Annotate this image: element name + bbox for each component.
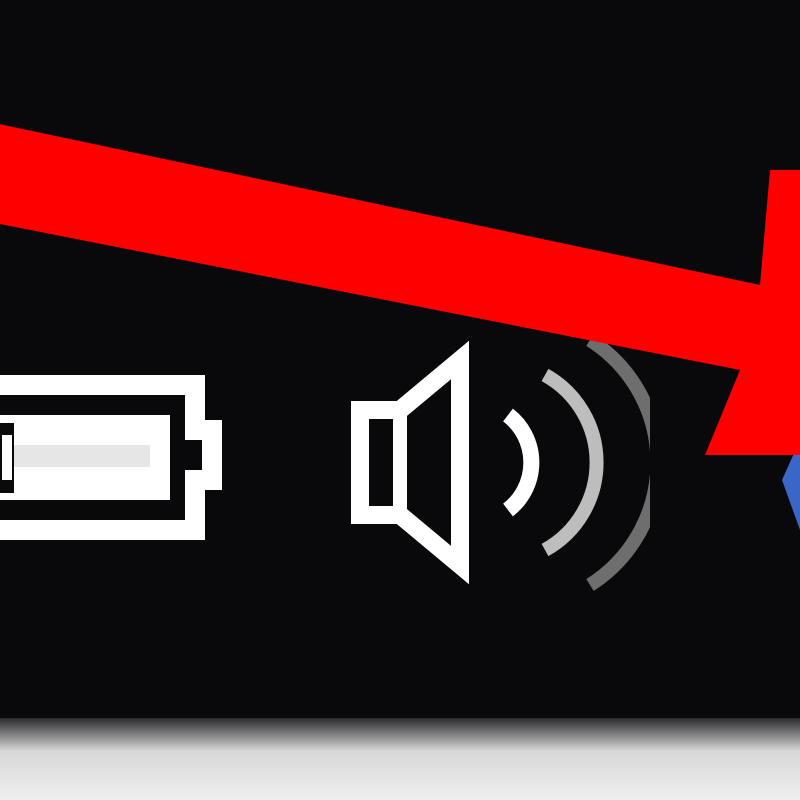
taskbar [0, 0, 800, 718]
show-hidden-icons-button[interactable] [770, 440, 800, 530]
desktop-edge [0, 718, 800, 800]
volume-speaker-icon[interactable] [330, 320, 650, 600]
screenshot [0, 0, 800, 800]
battery-icon[interactable] [0, 345, 230, 565]
